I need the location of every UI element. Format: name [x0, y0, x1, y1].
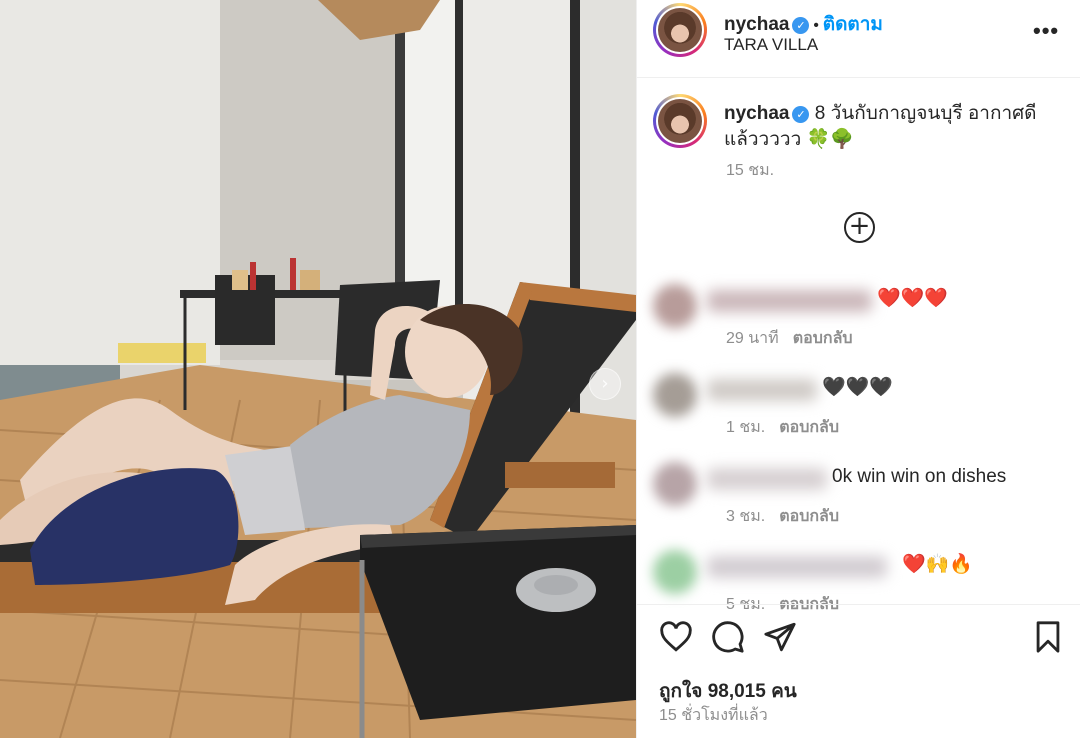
post-location[interactable]: TARA VILLA — [724, 35, 818, 55]
like-count[interactable]: ถูกใจ 98,015 คน — [659, 676, 797, 706]
blurred-username — [707, 379, 817, 401]
post-timestamp: 15 ชั่วโมงที่แล้ว — [659, 707, 768, 724]
divider — [637, 604, 1080, 605]
verified-badge-icon: ✓ — [792, 106, 810, 123]
commenter-avatar[interactable] — [653, 373, 697, 417]
share-icon[interactable] — [763, 620, 797, 654]
reply-button[interactable]: ตอบกลับ — [793, 330, 853, 347]
verified-badge-icon: ✓ — [792, 17, 810, 34]
caption-timestamp: 15 ชม. — [726, 162, 775, 179]
reply-button[interactable]: ตอบกลับ — [779, 508, 839, 525]
blurred-username — [707, 468, 827, 490]
comment-time: 1 ชม. — [726, 419, 766, 436]
comment-time: 3 ชม. — [726, 508, 766, 525]
caption-username[interactable]: nychaa — [724, 103, 789, 124]
comment-icon[interactable] — [711, 620, 745, 654]
divider — [637, 77, 1080, 78]
comment-item: 0k win win on dishes 3 ชม. ตอบกลับ — [637, 462, 1080, 552]
post-caption: nychaa ✓ 8 วันกับกาญจนบุรี อากาศดีแล้วววว… — [724, 101, 1064, 153]
comment-time: 29 นาที — [726, 330, 779, 347]
comment-text: ❤️🙌🔥 — [902, 554, 973, 575]
reply-button[interactable]: ตอบกลับ — [779, 419, 839, 436]
author-username[interactable]: nychaa — [724, 14, 789, 35]
caption-avatar[interactable] — [653, 94, 707, 148]
commenter-avatar[interactable] — [653, 284, 697, 328]
comment-text: 🖤🖤🖤 — [822, 377, 893, 398]
comment-item: ❤️🙌🔥 5 ชม. ตอบกลับ — [637, 550, 1080, 640]
blurred-username — [707, 556, 887, 578]
blurred-username — [707, 290, 872, 312]
post-side-panel: nychaa ✓ • ติดตาม TARA VILLA ••• nychaa ✓ 8 … — [636, 0, 1080, 738]
next-arrow-icon[interactable]: › — [589, 368, 621, 400]
comment-item: ❤️❤️❤️ 29 นาที ตอบกลับ — [637, 284, 1080, 374]
comment-meta: 29 นาที ตอบกลับ — [726, 326, 853, 351]
bookmark-icon[interactable] — [1031, 620, 1065, 654]
author-avatar[interactable] — [653, 3, 707, 57]
comment-meta: 3 ชม. ตอบกลับ — [726, 504, 839, 529]
more-options-icon[interactable]: ••• — [1033, 18, 1059, 44]
comment-item: 🖤🖤🖤 1 ชม. ตอบกลับ — [637, 373, 1080, 463]
like-icon[interactable] — [659, 620, 693, 654]
post-media[interactable]: › — [0, 0, 636, 738]
follow-button[interactable]: ติดตาม — [823, 14, 883, 35]
comment-text: ❤️❤️❤️ — [877, 288, 948, 309]
commenter-avatar[interactable] — [653, 462, 697, 506]
post-photo — [0, 0, 636, 738]
comment-meta: 1 ชม. ตอบกลับ — [726, 415, 839, 440]
plus-circle-icon[interactable]: + — [844, 212, 875, 243]
commenter-avatar[interactable] — [653, 550, 697, 594]
comment-text: 0k win win on dishes — [832, 466, 1007, 487]
